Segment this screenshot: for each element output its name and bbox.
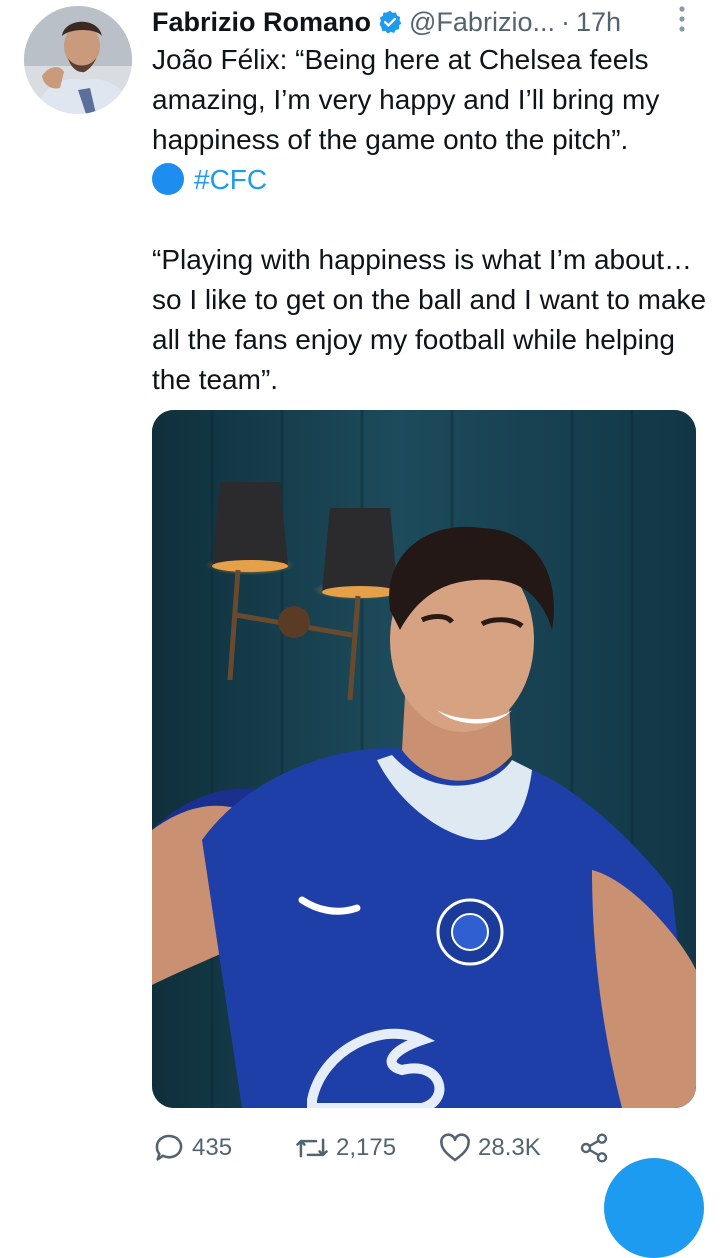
player-photo [152,410,696,1108]
author-avatar[interactable] [24,6,132,114]
avatar-image [24,6,132,114]
retweet-button[interactable]: 2,175 [294,1128,396,1168]
retweet-count: 2,175 [336,1134,397,1161]
reply-button[interactable]: 435 [152,1128,232,1168]
hashtag-link[interactable]: #CFC [194,164,267,195]
tweet-paragraph-2: “Playing with happiness is what I’m abou… [152,244,707,395]
author-name[interactable]: Fabrizio Romano [152,7,371,38]
like-button[interactable]: 28.3K [438,1128,541,1168]
share-icon [580,1133,608,1163]
blue-circle-emoji-icon [152,163,184,195]
share-button[interactable] [578,1128,616,1168]
hashtag-line: #CFC [152,160,708,200]
tweet-paragraph-1: João Félix: “Being here at Chelsea feels… [152,44,660,155]
tweet-media-photo[interactable] [152,410,696,1108]
heart-icon [440,1133,470,1162]
verified-badge-icon [377,9,403,35]
separator-dot: · [560,6,570,37]
reply-count: 435 [192,1134,233,1161]
author-handle[interactable]: @Fabrizio... [409,7,555,38]
like-count: 28.3K [478,1134,541,1161]
retweet-icon [296,1138,328,1158]
compose-tweet-button[interactable] [604,1158,704,1258]
tweet-text: João Félix: “Being here at Chelsea feels… [152,40,708,400]
tweet-timestamp[interactable]: 17h [576,7,621,38]
tweet-header: Fabrizio Romano @Fabrizio... · 17h [152,2,712,42]
reply-icon [155,1134,183,1161]
tweet-actions-bar: 435 2,175 28.3K [152,1128,712,1168]
more-vertical-icon[interactable] [670,2,694,36]
